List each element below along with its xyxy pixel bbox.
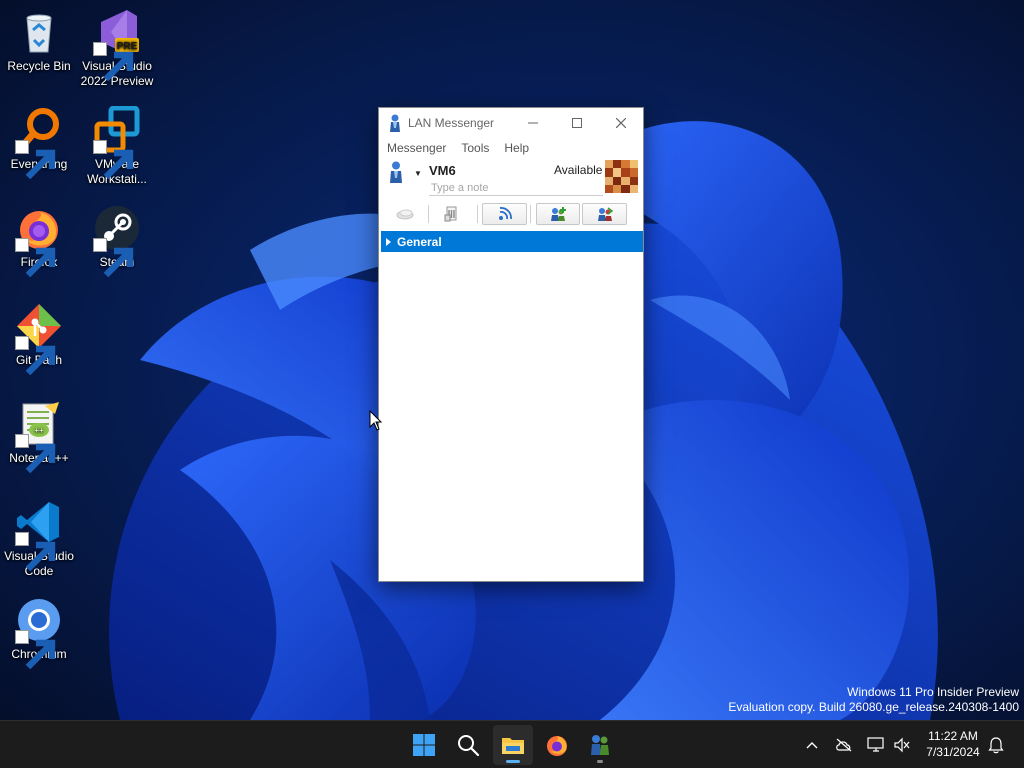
- svg-text:++: ++: [34, 426, 44, 435]
- watermark-line2: Evaluation copy. Build 26080.ge_release.…: [728, 700, 1019, 714]
- steam-icon: [93, 204, 141, 278]
- desktop-icon-vmware-workstation[interactable]: VMware Workstati...: [78, 106, 156, 187]
- user-status-icon[interactable]: [388, 161, 404, 183]
- desktop-icon-recycle-bin[interactable]: Recycle Bin: [0, 8, 78, 74]
- onedrive-offline-icon[interactable]: [834, 733, 854, 757]
- status-dropdown-chevron-icon[interactable]: ▼: [414, 169, 422, 178]
- menu-tools[interactable]: Tools: [461, 141, 489, 155]
- lan-messenger-icon: [387, 114, 403, 132]
- shortcut-arrow-icon: [15, 630, 56, 670]
- lan-messenger-icon: [591, 735, 609, 755]
- visual-studio-icon: PRE: [93, 8, 141, 82]
- watermark-line1: Windows 11 Pro Insider Preview: [847, 685, 1019, 699]
- clock-time: 11:22 AM: [928, 729, 978, 743]
- chat-icon: [396, 209, 414, 220]
- close-button[interactable]: [599, 108, 643, 138]
- refresh-contacts-button[interactable]: [582, 203, 627, 225]
- taskbar: 11:22 AM 7/31/2024: [0, 720, 1024, 768]
- menu-help[interactable]: Help: [504, 141, 529, 155]
- desktop: Recycle Bin PRE Visual Studio 2022 Previ…: [0, 0, 1024, 720]
- window-title: LAN Messenger: [408, 116, 495, 130]
- notification-bell-icon[interactable]: [986, 733, 1006, 757]
- desktop-icon-notepad-plus-plus[interactable]: ++ Notepad++: [0, 400, 78, 474]
- clock-date: 7/31/2024: [926, 745, 980, 759]
- shortcut-arrow-icon: [15, 336, 56, 376]
- vscode-icon: [15, 498, 63, 572]
- toolbar: [379, 200, 643, 228]
- shortcut-arrow-icon: [93, 238, 134, 278]
- git-bash-icon: [15, 302, 63, 376]
- broadcast-button[interactable]: [482, 203, 527, 225]
- notepad-plus-plus-icon: ++: [15, 400, 63, 474]
- show-hidden-icons-chevron-up-icon[interactable]: [802, 733, 822, 757]
- personal-note-input[interactable]: [429, 181, 603, 196]
- lan-messenger-window: LAN Messenger Messenger Tools Help ▼ VM6…: [378, 107, 644, 582]
- file-transfer-button[interactable]: [429, 203, 473, 225]
- desktop-icon-git-bash[interactable]: Git Bash: [0, 302, 78, 376]
- network-monitor-icon[interactable]: [866, 733, 886, 757]
- shortcut-arrow-icon: [15, 238, 56, 278]
- recycle-bin-icon: [15, 8, 63, 56]
- start-button[interactable]: [404, 725, 444, 765]
- menu-bar: Messenger Tools Help: [379, 138, 643, 158]
- chromium-icon: [15, 596, 63, 670]
- add-contact-icon: [551, 207, 566, 221]
- search-button[interactable]: [448, 725, 488, 765]
- windows-evaluation-watermark: Windows 11 Pro Insider Preview Evaluatio…: [728, 685, 1019, 715]
- user-name: VM6: [429, 163, 456, 178]
- shortcut-arrow-icon: [15, 140, 56, 180]
- everything-icon: [15, 106, 63, 180]
- taskbar-clock[interactable]: 11:22 AM 7/31/2024: [917, 728, 989, 760]
- toolbar-separator: [477, 205, 478, 223]
- volume-muted-icon[interactable]: [892, 733, 912, 757]
- file-transfer-icon: [444, 206, 457, 222]
- desktop-icon-label: Recycle Bin: [7, 59, 71, 73]
- minimize-button[interactable]: [511, 108, 555, 138]
- desktop-icon-chromium[interactable]: Chromium: [0, 596, 78, 670]
- group-label: General: [397, 234, 442, 249]
- contact-group-general[interactable]: General: [381, 231, 643, 252]
- broadcast-icon: [498, 207, 512, 220]
- running-indicator: [597, 760, 603, 763]
- title-bar[interactable]: LAN Messenger: [379, 108, 643, 138]
- shortcut-arrow-icon: [15, 532, 56, 572]
- file-explorer-button[interactable]: [493, 725, 533, 765]
- start-icon: [413, 734, 435, 756]
- user-avatar-picture[interactable]: [605, 160, 638, 193]
- firefox-icon: [15, 204, 63, 278]
- firefox-taskbar-button[interactable]: [537, 725, 577, 765]
- shortcut-arrow-icon: [93, 42, 134, 82]
- toolbar-separator: [530, 205, 531, 223]
- chat-button[interactable]: [383, 203, 427, 225]
- user-status-panel: ▼ VM6 Available: [379, 158, 643, 200]
- desktop-icon-visual-studio-code[interactable]: Visual Studio Code: [0, 498, 78, 579]
- lan-messenger-taskbar-button[interactable]: [580, 725, 620, 765]
- shortcut-arrow-icon: [93, 140, 134, 180]
- desktop-icon-everything[interactable]: Everything: [0, 106, 78, 180]
- search-icon: [458, 735, 480, 757]
- desktop-icon-visual-studio-2022-preview[interactable]: PRE Visual Studio 2022 Preview: [78, 8, 156, 89]
- add-contact-button[interactable]: [536, 203, 580, 225]
- shortcut-arrow-icon: [15, 434, 56, 474]
- file-explorer-icon: [502, 738, 524, 754]
- desktop-icon-firefox[interactable]: Firefox: [0, 204, 78, 278]
- mouse-pointer-icon: [369, 410, 383, 431]
- expand-arrow-icon: [386, 237, 391, 246]
- menu-messenger[interactable]: Messenger: [387, 141, 446, 155]
- desktop-icon-steam[interactable]: Steam: [78, 204, 156, 278]
- firefox-icon: [547, 736, 567, 756]
- maximize-button[interactable]: [555, 108, 599, 138]
- vmware-icon: [93, 106, 141, 180]
- refresh-contacts-icon: [597, 207, 613, 221]
- status-text[interactable]: Available: [554, 163, 602, 177]
- active-indicator: [506, 760, 520, 763]
